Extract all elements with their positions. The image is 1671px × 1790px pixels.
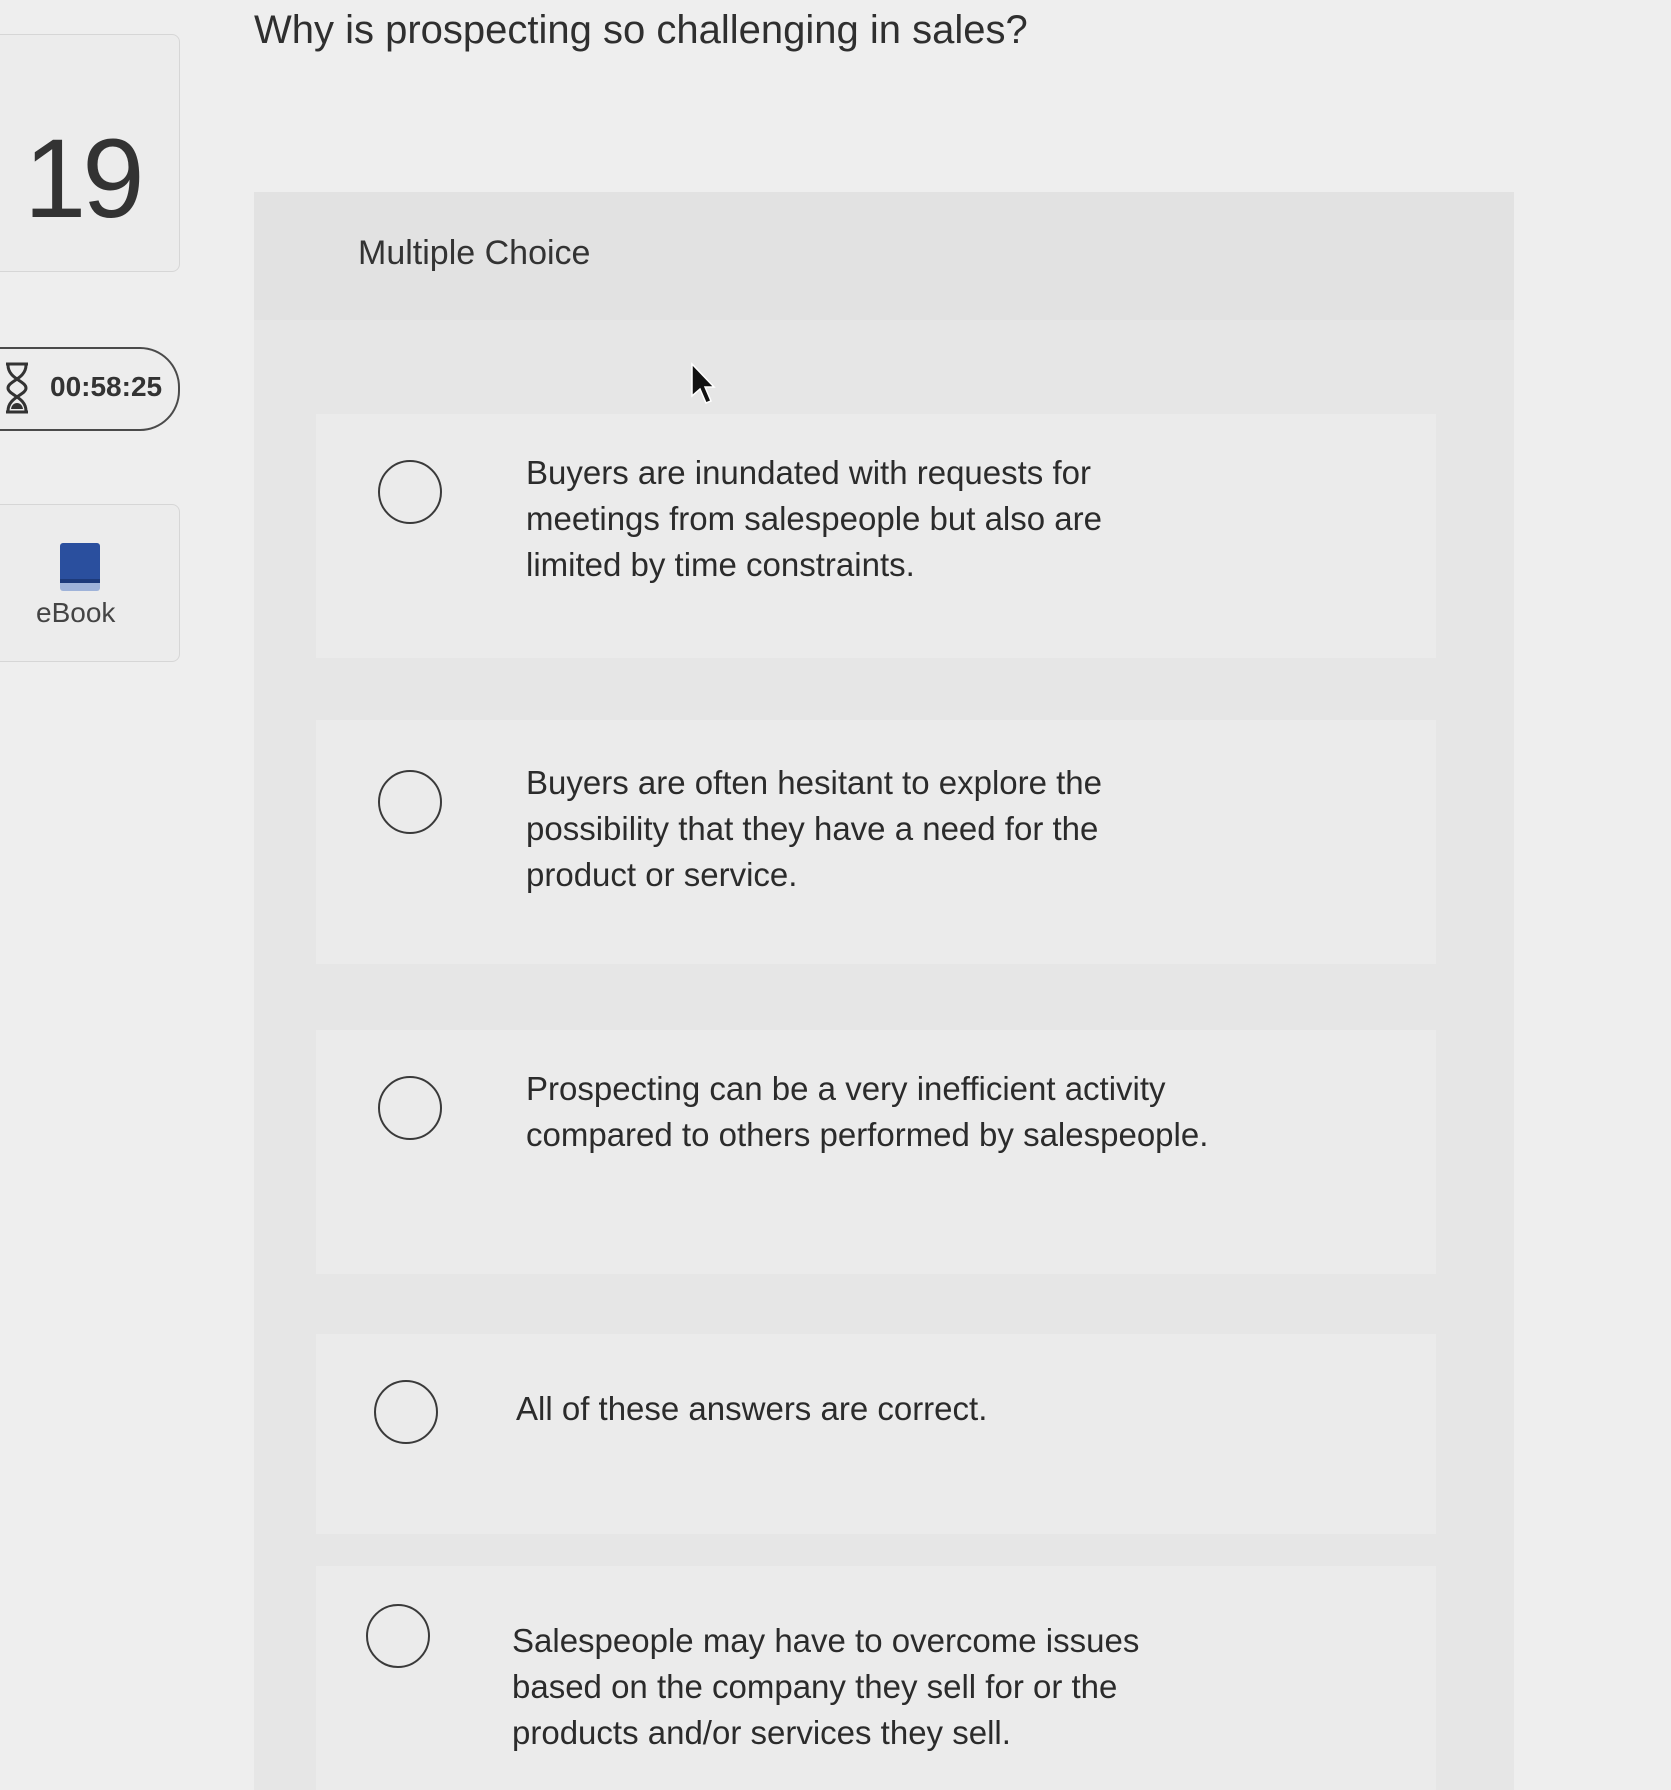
mouse-pointer-icon <box>691 362 716 404</box>
answer-option-1[interactable]: Buyers are inundated with requests for m… <box>316 414 1436 658</box>
question-type-label: Multiple Choice <box>358 234 591 272</box>
radio-button[interactable] <box>378 770 442 834</box>
answer-option-3[interactable]: Prospecting can be a very inefficient ac… <box>316 1030 1436 1274</box>
question-number-card: 19 <box>0 34 180 272</box>
radio-button[interactable] <box>366 1604 430 1668</box>
ebook-label: eBook <box>36 597 116 628</box>
radio-button[interactable] <box>378 460 442 524</box>
answer-text: Buyers are inundated with requests for m… <box>526 454 1102 583</box>
book-icon <box>60 543 100 591</box>
question-number: 19 <box>24 116 145 241</box>
radio-button[interactable] <box>378 1076 442 1140</box>
answer-text: All of these answers are correct. <box>516 1390 988 1427</box>
answer-text: Salespeople may have to overcome issues … <box>512 1622 1140 1751</box>
answer-text: Prospecting can be a very inefficient ac… <box>526 1070 1209 1153</box>
hourglass-icon <box>6 362 28 414</box>
choice-header: Multiple Choice <box>254 192 1514 320</box>
answer-option-2[interactable]: Buyers are often hesitant to explore the… <box>316 720 1436 964</box>
answer-text: Buyers are often hesitant to explore the… <box>526 764 1103 893</box>
question-title: Why is prospecting so challenging in sal… <box>254 8 1028 52</box>
answer-option-5[interactable]: Salespeople may have to overcome issues … <box>316 1566 1436 1790</box>
ebook-button[interactable]: eBook <box>0 504 180 662</box>
radio-button[interactable] <box>374 1380 438 1444</box>
timer-value: 00:58:25 <box>50 371 163 402</box>
timer-pill[interactable]: 00:58:25 <box>0 347 180 431</box>
answer-option-4[interactable]: All of these answers are correct. <box>316 1334 1436 1534</box>
choice-panel: Multiple Choice Buyers are inundated wit… <box>254 192 1514 1790</box>
